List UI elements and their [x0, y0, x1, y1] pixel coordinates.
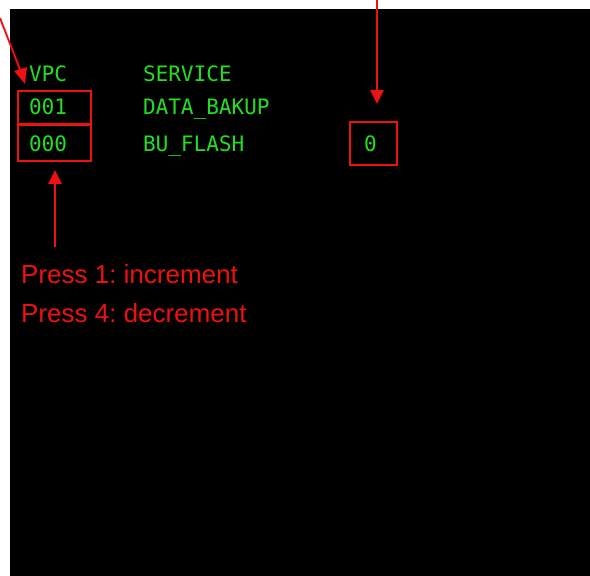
decrement-instruction: Press 4: decrement	[21, 298, 247, 328]
arrow-to-vpc-row-1	[0, 17, 27, 84]
arrow-to-status-value	[370, 0, 384, 104]
arrow-to-vpc-row-2	[48, 170, 62, 247]
increment-instruction: Press 1: increment	[21, 259, 238, 289]
